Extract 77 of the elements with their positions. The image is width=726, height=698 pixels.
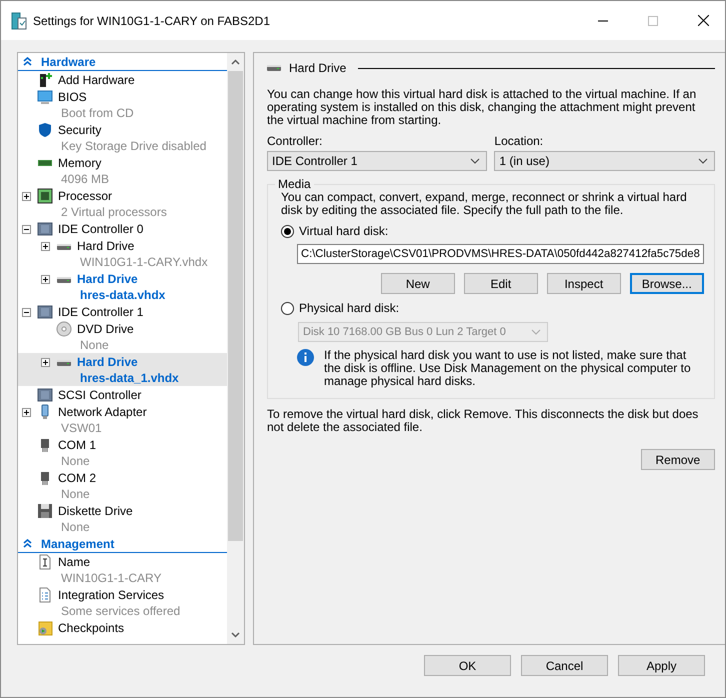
remove-button[interactable]: Remove — [640, 449, 715, 470]
item-label: Hard Drive — [77, 238, 136, 254]
item-detail: WIN10G1-1-CARY.vhdx — [79, 254, 208, 270]
item-label: Integration Services — [58, 587, 166, 603]
item-label: COM 1 — [58, 437, 96, 453]
item-detail: 2 Virtual processors — [60, 204, 167, 220]
window-title: Settings for WIN10G1-1-CARY on FABS2D1 — [33, 14, 270, 28]
tree-item[interactable]: Checkpoints — [18, 619, 227, 636]
tree-item[interactable]: DVD Drive None — [18, 320, 227, 353]
controller-dropdown[interactable]: IDE Controller 1 — [267, 151, 488, 171]
tree-item[interactable]: Add Hardware — [18, 71, 227, 88]
item-label: Processor — [58, 188, 114, 204]
tree-item[interactable]: Integration Services Some services offered — [18, 586, 227, 619]
remove-note: To remove the virtual hard disk, click Remove. This disconnects the disk but does not delete the associated file. — [267, 408, 700, 434]
group-title: Media — [277, 177, 312, 191]
tree-item[interactable]: Processor 2 Virtual processors — [18, 187, 227, 220]
item-label: DVD Drive — [77, 321, 134, 337]
tree-item[interactable]: IDE Controller 0 — [18, 220, 227, 237]
tree-item[interactable]: Hard Drive hres-data.vhdx — [18, 270, 227, 303]
tree-item[interactable]: Hard Drive WIN10G1-1-CARY.vhdx — [18, 237, 227, 270]
action-button[interactable]: New — [380, 273, 455, 294]
dialog-button[interactable]: OK — [424, 655, 511, 676]
item-label: Checkpoints — [58, 620, 124, 636]
action-button[interactable]: Browse... — [630, 273, 704, 294]
section-header[interactable]: Hardware — [18, 53, 227, 71]
tree-item[interactable]: Hard Drive hres-data_1.vhdx — [18, 353, 227, 386]
media-description: You can compact, convert, expand, merge, reconnect or shrink a virtual hard disk by editing the associated file. Specify the full path to the file. — [281, 191, 688, 217]
item-label: Network Adapter — [58, 404, 147, 420]
item-label: Name — [58, 554, 92, 570]
tree-item[interactable]: Diskette Drive None — [18, 502, 227, 535]
item-label: Add Hardware — [58, 72, 135, 88]
tree-item[interactable]: COM 1 None — [18, 436, 227, 469]
tree-item[interactable]: Network Adapter VSW01 — [18, 403, 227, 436]
item-detail: hres-data.vhdx — [79, 287, 166, 303]
info-text: If the physical hard disk you want to use is not listed, make sure that the disk is offline. Use Disk Management on the physical computer to manage physical hard disks. — [324, 349, 692, 388]
tree-item[interactable]: IDE Controller 1 — [18, 303, 227, 320]
action-button[interactable]: Inspect — [546, 273, 621, 294]
location-dropdown[interactable]: 1 (in use) — [494, 151, 715, 171]
item-detail: None — [60, 486, 91, 502]
tree-item[interactable]: Security Key Storage Drive disabled — [18, 121, 227, 154]
section-title: Hardware — [41, 54, 96, 68]
intro-text: You can change how this virtual hard disk is attached to the virtual machine. If an operating system is installed on this disk, changing the attachment might prevent the virtual machine from starting. — [267, 88, 698, 127]
item-detail: Some services offered — [60, 603, 180, 619]
item-label: COM 2 — [58, 470, 96, 486]
item-label: SCSI Controller — [58, 387, 142, 403]
item-detail: None — [60, 519, 91, 535]
field-label: Location: — [494, 134, 544, 148]
item-label: Diskette Drive — [58, 503, 133, 519]
item-label: Security — [58, 122, 102, 138]
item-label: IDE Controller 0 — [58, 221, 144, 237]
radio-label[interactable]: Virtual hard disk: — [299, 224, 388, 238]
dialog-button[interactable]: Cancel — [521, 655, 608, 676]
tree-item[interactable]: Name WIN10G1-1-CARY — [18, 553, 227, 586]
item-detail: WIN10G1-1-CARY — [60, 570, 162, 586]
dialog-button[interactable]: Apply — [618, 655, 705, 676]
item-detail: Key Storage Drive disabled — [60, 138, 206, 154]
item-label: Hard Drive — [77, 354, 139, 370]
tree-item[interactable]: COM 2 None — [18, 469, 227, 502]
item-label: BIOS — [58, 89, 88, 105]
item-label: Hard Drive — [77, 271, 139, 287]
tree-item[interactable]: BIOS Boot from CD — [18, 88, 227, 121]
action-button[interactable]: Edit — [464, 273, 538, 294]
item-label: Memory — [58, 155, 102, 171]
tree-item[interactable]: Memory 4096 MB — [18, 154, 227, 187]
item-detail: 4096 MB — [60, 171, 110, 187]
tree-item[interactable]: SCSI Controller — [18, 386, 227, 403]
section-header[interactable]: Management — [18, 535, 227, 553]
item-label: IDE Controller 1 — [58, 304, 144, 320]
section-title: Management — [41, 536, 114, 550]
item-detail: None — [60, 453, 91, 469]
item-detail: VSW01 — [60, 420, 103, 436]
field-label: Controller: — [267, 134, 324, 148]
item-detail: None — [79, 337, 110, 353]
item-detail: Boot from CD — [60, 105, 134, 121]
item-detail: hres-data_1.vhdx — [79, 370, 179, 386]
path-field[interactable]: C:\ClusterStorage\CSV01\PRODVMS\HRES-DATA\050fd442a827412fa5c75de8 — [297, 244, 704, 264]
panel-title: Hard Drive — [289, 61, 346, 75]
